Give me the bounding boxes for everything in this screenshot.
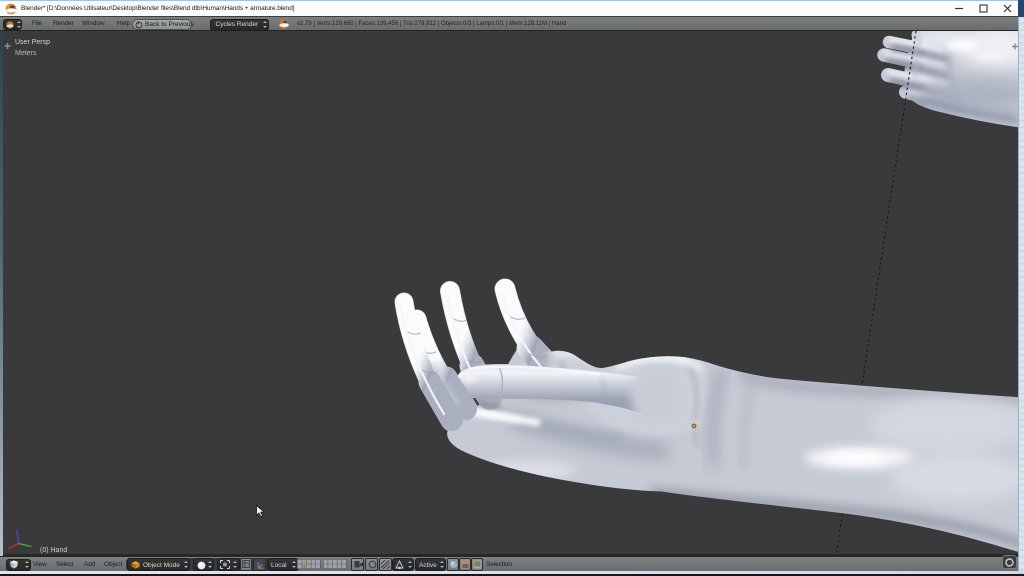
svg-text:Meters: Meters [15,50,37,57]
svg-text:(0) Hand: (0) Hand [40,547,67,554]
svg-text:User Persp: User Persp [15,39,50,46]
